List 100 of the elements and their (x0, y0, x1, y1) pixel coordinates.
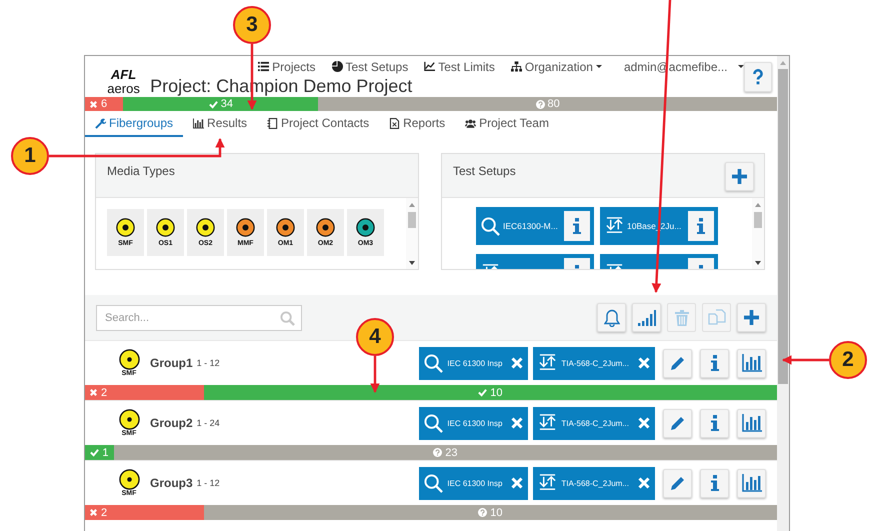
bar-chart-icon (742, 474, 762, 492)
close-icon[interactable] (638, 417, 650, 429)
plus-icon (732, 169, 747, 184)
info-button[interactable] (688, 211, 714, 241)
pie-chart-icon (332, 61, 342, 72)
result-segment: 10 (204, 385, 777, 400)
question-icon (478, 508, 488, 517)
panel-title: Test Setups (453, 164, 516, 178)
tab[interactable]: Project Contacts (257, 111, 380, 137)
check-icon (478, 388, 488, 397)
group-name[interactable]: Group3 (150, 476, 193, 490)
close-icon[interactable] (511, 357, 524, 369)
group-name[interactable]: Group1 (150, 356, 193, 370)
scrollbar[interactable] (406, 198, 418, 269)
info-icon (573, 218, 581, 234)
scrollbar[interactable] (777, 56, 789, 531)
info-icon (710, 475, 718, 491)
callout-arrow (782, 355, 829, 365)
edit-button[interactable] (663, 348, 692, 378)
add-button[interactable] (725, 162, 754, 191)
users-icon (465, 118, 476, 128)
test-setup-chip[interactable]: IEC 61300 Insp (419, 346, 528, 380)
callout-badge: 3 (233, 6, 271, 44)
signal-button[interactable] (632, 303, 661, 332)
test-setup-chip[interactable]: IEC 61300 Insp (419, 406, 528, 440)
callout-badge: 1 (11, 137, 49, 175)
result-segment: 2 (85, 385, 204, 400)
search-icon (424, 414, 444, 432)
test-setup-chip[interactable]: TIA-568-C_2Jum... (533, 466, 655, 500)
panel-title: Media Types (107, 164, 175, 178)
search-icon (424, 354, 444, 372)
info-icon (697, 218, 705, 234)
brand-logo: AFL (110, 68, 136, 81)
result-segment: 34 (123, 97, 318, 111)
tab[interactable]: Results (183, 111, 258, 137)
search-field[interactable]: Search... (96, 304, 302, 330)
close-icon[interactable] (638, 357, 650, 369)
copy-icon (708, 308, 726, 326)
fiber-range: 1 - 12 (196, 358, 220, 368)
result-segment: 1 (85, 445, 114, 460)
close-icon[interactable] (511, 477, 524, 489)
bar-chart-icon (742, 414, 762, 432)
help-button[interactable] (744, 62, 772, 92)
info-button[interactable] (700, 468, 729, 498)
callout-badge: 4 (356, 318, 394, 356)
question-icon (536, 100, 545, 108)
tab[interactable]: Project Team (455, 111, 559, 137)
bell-button[interactable] (597, 303, 626, 332)
fiber-range: 1 - 24 (196, 418, 220, 428)
bar-chart-icon (742, 354, 762, 372)
pencil-icon (670, 355, 686, 371)
question-icon (433, 448, 442, 457)
tab[interactable]: Reports (379, 111, 456, 137)
group-name[interactable]: Group2 (150, 416, 193, 430)
results-chart-button[interactable] (737, 468, 766, 498)
notebook-icon (267, 118, 278, 128)
pencil-icon (670, 475, 686, 491)
nav-link[interactable]: Test Setups (332, 60, 408, 74)
search-icon (481, 216, 500, 236)
signal-bars-icon (638, 310, 656, 326)
bell-icon (604, 308, 620, 326)
info-icon (710, 355, 718, 371)
info-icon (710, 415, 718, 431)
plus-button[interactable] (737, 303, 766, 332)
fiber-range: 1 - 12 (196, 478, 220, 488)
callout-arrow (370, 356, 380, 393)
test-setup-chip[interactable]: IEC 61300 Insp (419, 466, 528, 500)
check-icon (90, 448, 100, 457)
info-button[interactable] (564, 211, 590, 241)
edit-button[interactable] (663, 408, 692, 438)
nav-link[interactable]: Projects (258, 60, 316, 74)
test-setup-chip[interactable]: TIA-568-C_2Jum... (533, 346, 655, 380)
edit-button[interactable] (663, 468, 692, 498)
info-button[interactable] (700, 348, 729, 378)
result-segment: 2 (85, 505, 204, 520)
nav-link[interactable]: Test Limits (424, 60, 495, 74)
trash-icon (674, 310, 688, 326)
results-chart-button[interactable] (737, 408, 766, 438)
check-icon (208, 100, 218, 108)
nav-link[interactable]: Organization (510, 60, 602, 74)
search-icon (424, 474, 444, 492)
line-chart-icon (424, 61, 436, 72)
close-icon[interactable] (511, 417, 524, 429)
test-setup-tile[interactable]: IEC61300-M... (476, 207, 594, 245)
info-button[interactable] (700, 408, 729, 438)
wrench-icon (95, 118, 106, 128)
results-chart-button[interactable] (737, 348, 766, 378)
test-setup-chip[interactable]: TIA-568-C_2Jum... (533, 406, 655, 440)
tab[interactable]: Fibergroups (85, 111, 184, 137)
document-icon (389, 118, 400, 128)
scrollbar[interactable] (752, 198, 764, 269)
org-chart-icon (510, 61, 522, 72)
help-icon (752, 69, 763, 85)
cross-icon (89, 508, 98, 517)
product-logo: aeros (107, 82, 140, 95)
pencil-icon (670, 415, 686, 431)
cross-icon (89, 100, 98, 108)
bar-chart-icon (193, 118, 204, 128)
close-icon[interactable] (638, 477, 650, 489)
callout-badge: 2 (829, 341, 867, 379)
